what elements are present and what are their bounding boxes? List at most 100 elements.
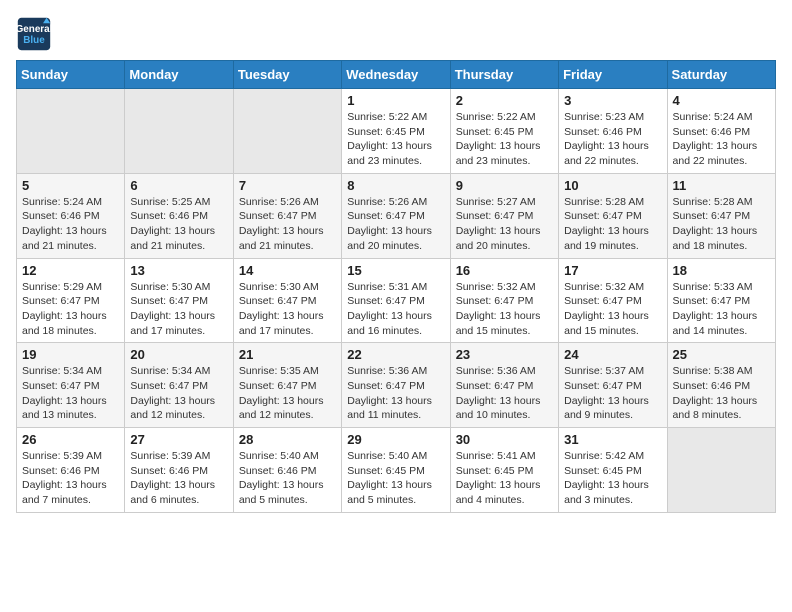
calendar-body: 1Sunrise: 5:22 AM Sunset: 6:45 PM Daylig…: [17, 89, 776, 513]
page-header: General Blue: [16, 16, 776, 52]
calendar-week-2: 5Sunrise: 5:24 AM Sunset: 6:46 PM Daylig…: [17, 173, 776, 258]
day-info: Sunrise: 5:30 AM Sunset: 6:47 PM Dayligh…: [130, 280, 227, 339]
calendar-week-5: 26 Sunrise: 5:39 AM Sunset: 6:46 PM Dayli…: [17, 428, 776, 513]
day-number: 31: [564, 432, 661, 447]
calendar-header: SundayMondayTuesdayWednesdayThursdayFrid…: [17, 61, 776, 89]
day-number: 4: [673, 93, 770, 108]
calendar-table: SundayMondayTuesdayWednesdayThursdayFrid…: [16, 60, 776, 513]
day-number: 9: [456, 178, 553, 193]
day-number: 30: [456, 432, 553, 447]
day-info: Sunrise: 5:39 AM Sunset: 6:46 PM Dayligh…: [22, 449, 119, 508]
day-info: Sunrise: 5:42 AM Sunset: 6:45 PM Dayligh…: [564, 449, 661, 508]
svg-text:General: General: [16, 24, 52, 35]
day-number: 7: [239, 178, 336, 193]
calendar-cell: 17 Sunrise: 5:32 AM Sunset: 6:47 PM Dayli…: [559, 258, 667, 343]
day-info: Sunrise: 5:30 AM Sunset: 6:47 PM Dayligh…: [239, 280, 336, 339]
calendar-cell: 1Sunrise: 5:22 AM Sunset: 6:45 PM Daylig…: [342, 89, 450, 174]
day-info: Sunrise: 5:39 AM Sunset: 6:46 PM Dayligh…: [130, 449, 227, 508]
calendar-cell: 4 Sunrise: 5:24 AM Sunset: 6:46 PM Daylig…: [667, 89, 775, 174]
day-info: Sunrise: 5:28 AM Sunset: 6:47 PM Dayligh…: [564, 195, 661, 254]
day-info: Sunrise: 5:22 AM Sunset: 6:45 PM Dayligh…: [456, 110, 553, 169]
weekday-header-row: SundayMondayTuesdayWednesdayThursdayFrid…: [17, 61, 776, 89]
calendar-cell: 11 Sunrise: 5:28 AM Sunset: 6:47 PM Dayli…: [667, 173, 775, 258]
day-info: Sunrise: 5:32 AM Sunset: 6:47 PM Dayligh…: [564, 280, 661, 339]
day-info: Sunrise: 5:37 AM Sunset: 6:47 PM Dayligh…: [564, 364, 661, 423]
calendar-cell: 20 Sunrise: 5:34 AM Sunset: 6:47 PM Dayli…: [125, 343, 233, 428]
day-number: 17: [564, 263, 661, 278]
day-info: Sunrise: 5:35 AM Sunset: 6:47 PM Dayligh…: [239, 364, 336, 423]
calendar-cell: 7 Sunrise: 5:26 AM Sunset: 6:47 PM Daylig…: [233, 173, 341, 258]
day-number: 22: [347, 347, 444, 362]
calendar-cell: 30 Sunrise: 5:41 AM Sunset: 6:45 PM Dayli…: [450, 428, 558, 513]
day-number: 11: [673, 178, 770, 193]
calendar-cell: 31 Sunrise: 5:42 AM Sunset: 6:45 PM Dayli…: [559, 428, 667, 513]
day-info: Sunrise: 5:33 AM Sunset: 6:47 PM Dayligh…: [673, 280, 770, 339]
day-info: Sunrise: 5:40 AM Sunset: 6:45 PM Dayligh…: [347, 449, 444, 508]
calendar-cell: 29 Sunrise: 5:40 AM Sunset: 6:45 PM Dayli…: [342, 428, 450, 513]
calendar-cell: 27 Sunrise: 5:39 AM Sunset: 6:46 PM Dayli…: [125, 428, 233, 513]
day-info: Sunrise: 5:41 AM Sunset: 6:45 PM Dayligh…: [456, 449, 553, 508]
day-info: Sunrise: 5:25 AM Sunset: 6:46 PM Dayligh…: [130, 195, 227, 254]
calendar-cell: 19 Sunrise: 5:34 AM Sunset: 6:47 PM Dayli…: [17, 343, 125, 428]
day-info: Sunrise: 5:28 AM Sunset: 6:47 PM Dayligh…: [673, 195, 770, 254]
day-number: 23: [456, 347, 553, 362]
day-info: Sunrise: 5:32 AM Sunset: 6:47 PM Dayligh…: [456, 280, 553, 339]
day-number: 29: [347, 432, 444, 447]
day-number: 20: [130, 347, 227, 362]
day-info: Sunrise: 5:23 AM Sunset: 6:46 PM Dayligh…: [564, 110, 661, 169]
calendar-cell: 2 Sunrise: 5:22 AM Sunset: 6:45 PM Daylig…: [450, 89, 558, 174]
weekday-header-tuesday: Tuesday: [233, 61, 341, 89]
day-number: 26: [22, 432, 119, 447]
calendar-week-1: 1Sunrise: 5:22 AM Sunset: 6:45 PM Daylig…: [17, 89, 776, 174]
calendar-cell: 15 Sunrise: 5:31 AM Sunset: 6:47 PM Dayli…: [342, 258, 450, 343]
calendar-cell: 12 Sunrise: 5:29 AM Sunset: 6:47 PM Dayli…: [17, 258, 125, 343]
day-info: Sunrise: 5:26 AM Sunset: 6:47 PM Dayligh…: [239, 195, 336, 254]
day-info: Sunrise: 5:38 AM Sunset: 6:46 PM Dayligh…: [673, 364, 770, 423]
calendar-cell: [667, 428, 775, 513]
day-number: 27: [130, 432, 227, 447]
calendar-cell: 5Sunrise: 5:24 AM Sunset: 6:46 PM Daylig…: [17, 173, 125, 258]
day-number: 10: [564, 178, 661, 193]
day-number: 14: [239, 263, 336, 278]
calendar-cell: 10 Sunrise: 5:28 AM Sunset: 6:47 PM Dayli…: [559, 173, 667, 258]
calendar-cell: 24 Sunrise: 5:37 AM Sunset: 6:47 PM Dayli…: [559, 343, 667, 428]
weekday-header-monday: Monday: [125, 61, 233, 89]
calendar-cell: 18Sunrise: 5:33 AM Sunset: 6:47 PM Dayli…: [667, 258, 775, 343]
day-info: Sunrise: 5:40 AM Sunset: 6:46 PM Dayligh…: [239, 449, 336, 508]
day-info: Sunrise: 5:31 AM Sunset: 6:47 PM Dayligh…: [347, 280, 444, 339]
svg-text:Blue: Blue: [23, 35, 45, 46]
day-info: Sunrise: 5:24 AM Sunset: 6:46 PM Dayligh…: [673, 110, 770, 169]
day-info: Sunrise: 5:29 AM Sunset: 6:47 PM Dayligh…: [22, 280, 119, 339]
calendar-cell: 14 Sunrise: 5:30 AM Sunset: 6:47 PM Dayli…: [233, 258, 341, 343]
day-number: 12: [22, 263, 119, 278]
calendar-cell: 26 Sunrise: 5:39 AM Sunset: 6:46 PM Dayli…: [17, 428, 125, 513]
day-info: Sunrise: 5:22 AM Sunset: 6:45 PM Dayligh…: [347, 110, 444, 169]
day-number: 2: [456, 93, 553, 108]
calendar-cell: 3Sunrise: 5:23 AM Sunset: 6:46 PM Daylig…: [559, 89, 667, 174]
calendar-cell: 6Sunrise: 5:25 AM Sunset: 6:46 PM Daylig…: [125, 173, 233, 258]
day-info: Sunrise: 5:27 AM Sunset: 6:47 PM Dayligh…: [456, 195, 553, 254]
day-number: 21: [239, 347, 336, 362]
day-number: 15: [347, 263, 444, 278]
calendar-cell: 25Sunrise: 5:38 AM Sunset: 6:46 PM Dayli…: [667, 343, 775, 428]
day-info: Sunrise: 5:26 AM Sunset: 6:47 PM Dayligh…: [347, 195, 444, 254]
calendar-cell: 8Sunrise: 5:26 AM Sunset: 6:47 PM Daylig…: [342, 173, 450, 258]
calendar-week-4: 19 Sunrise: 5:34 AM Sunset: 6:47 PM Dayli…: [17, 343, 776, 428]
weekday-header-thursday: Thursday: [450, 61, 558, 89]
logo: General Blue: [16, 16, 52, 52]
calendar-cell: 21 Sunrise: 5:35 AM Sunset: 6:47 PM Dayli…: [233, 343, 341, 428]
day-number: 19: [22, 347, 119, 362]
weekday-header-friday: Friday: [559, 61, 667, 89]
day-info: Sunrise: 5:24 AM Sunset: 6:46 PM Dayligh…: [22, 195, 119, 254]
weekday-header-saturday: Saturday: [667, 61, 775, 89]
calendar-cell: 13Sunrise: 5:30 AM Sunset: 6:47 PM Dayli…: [125, 258, 233, 343]
day-info: Sunrise: 5:34 AM Sunset: 6:47 PM Dayligh…: [130, 364, 227, 423]
calendar-cell: 22Sunrise: 5:36 AM Sunset: 6:47 PM Dayli…: [342, 343, 450, 428]
day-number: 28: [239, 432, 336, 447]
calendar-cell: [233, 89, 341, 174]
day-info: Sunrise: 5:34 AM Sunset: 6:47 PM Dayligh…: [22, 364, 119, 423]
weekday-header-sunday: Sunday: [17, 61, 125, 89]
day-number: 24: [564, 347, 661, 362]
calendar-cell: 16 Sunrise: 5:32 AM Sunset: 6:47 PM Dayli…: [450, 258, 558, 343]
day-number: 16: [456, 263, 553, 278]
